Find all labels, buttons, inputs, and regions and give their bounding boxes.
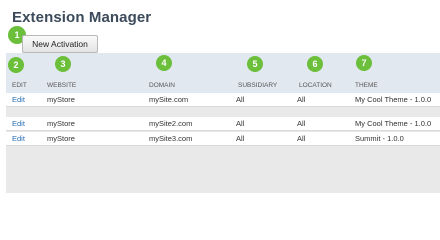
website-cell: myStore	[47, 95, 75, 104]
subsidiary-cell: All	[236, 95, 245, 104]
callout-5: 5	[247, 56, 263, 72]
column-header-location[interactable]: LOCATION	[299, 82, 332, 89]
column-header-website[interactable]: WEBSITE	[47, 82, 76, 89]
location-cell: All	[297, 119, 306, 128]
domain-cell: mySite.com	[149, 95, 189, 104]
column-header-subsidiary[interactable]: SUBSIDIARY	[238, 82, 277, 89]
callout-2: 2	[8, 57, 24, 73]
callout-6: 6	[307, 56, 323, 72]
page-title: Extension Manager	[12, 9, 152, 26]
edit-link[interactable]: Edit	[12, 134, 25, 143]
edit-link[interactable]: Edit	[12, 95, 25, 104]
domain-cell: mySite3.com	[149, 134, 193, 143]
theme-cell: My Cool Theme - 1.0.0	[355, 95, 432, 104]
column-header-edit[interactable]: EDIT	[12, 82, 27, 89]
column-header-domain[interactable]: DOMAIN	[149, 82, 175, 89]
location-cell: All	[297, 95, 306, 104]
table-row: Edit myStore mySite.com All All My Cool …	[6, 93, 440, 107]
table-row: Edit myStore mySite3.com All All Summit …	[6, 132, 440, 146]
callout-7: 7	[356, 55, 372, 71]
subsidiary-cell: All	[236, 134, 245, 143]
edit-link[interactable]: Edit	[12, 119, 25, 128]
website-cell: myStore	[47, 134, 75, 143]
theme-cell: My Cool Theme - 1.0.0	[355, 119, 432, 128]
callout-4: 4	[156, 55, 172, 71]
table-row: Edit myStore mySite2.com All All My Cool…	[6, 117, 440, 131]
subsidiary-cell: All	[236, 119, 245, 128]
domain-cell: mySite2.com	[149, 119, 193, 128]
location-cell: All	[297, 134, 306, 143]
website-cell: myStore	[47, 119, 75, 128]
new-activation-button[interactable]: New Activation	[22, 35, 98, 53]
callout-3: 3	[55, 56, 71, 72]
theme-cell: Summit - 1.0.0	[355, 134, 404, 143]
column-header-theme[interactable]: THEME	[355, 82, 378, 89]
